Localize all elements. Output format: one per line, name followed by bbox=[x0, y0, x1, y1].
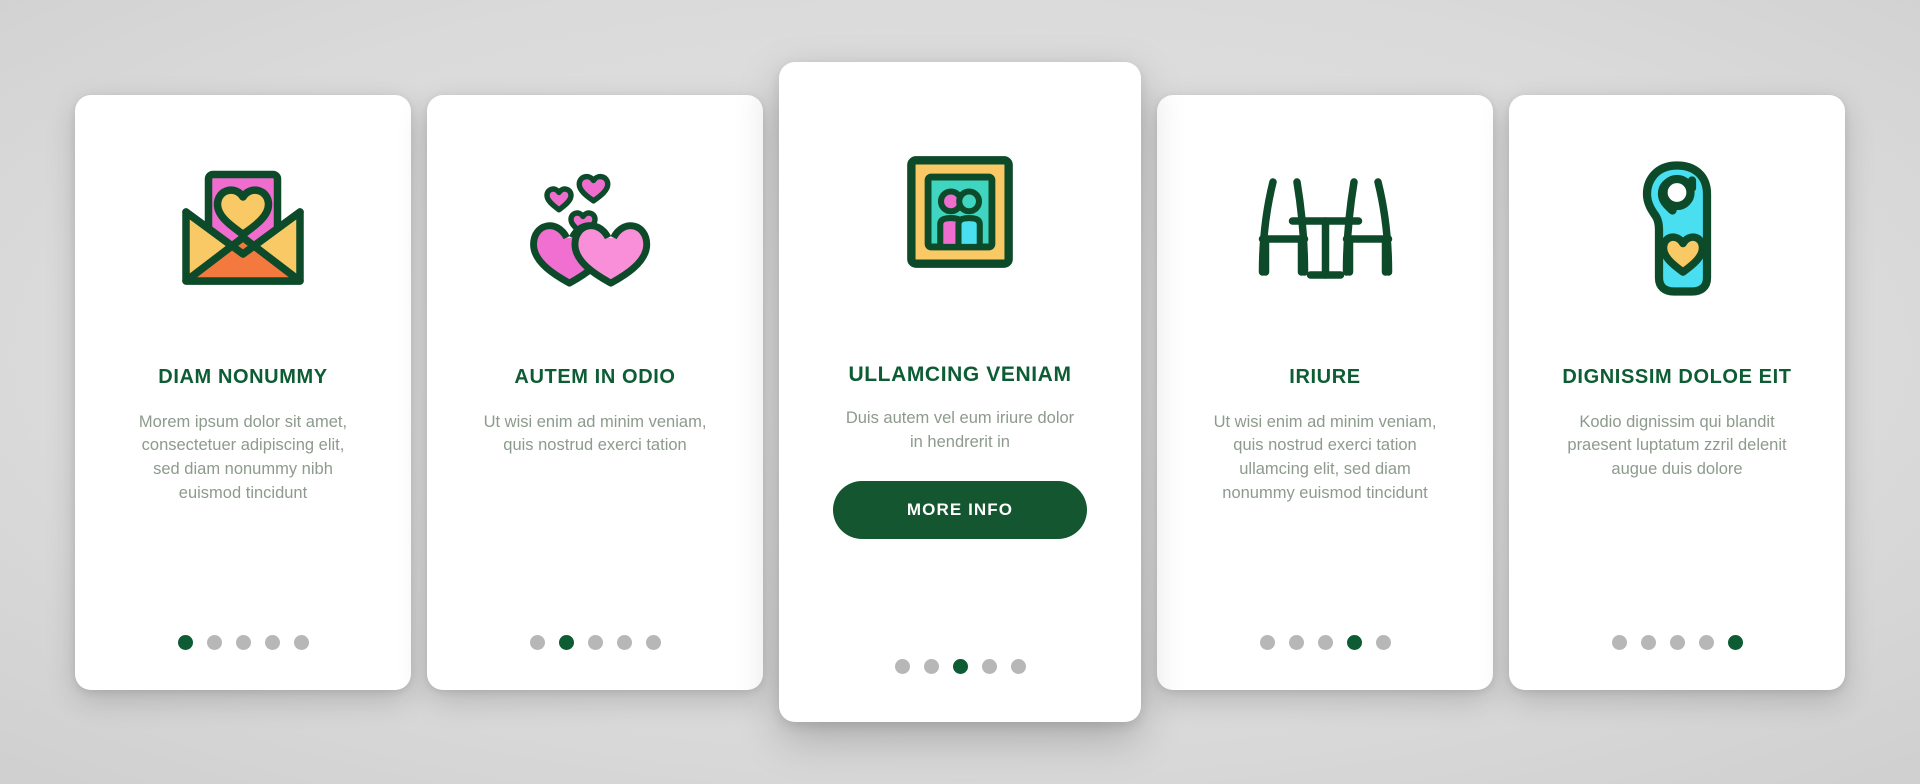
door-hanger-heart-icon bbox=[1602, 155, 1752, 305]
pagination-dot[interactable] bbox=[1669, 634, 1685, 650]
pagination-dot[interactable] bbox=[529, 634, 545, 650]
pagination-dot[interactable] bbox=[206, 634, 222, 650]
onboarding-card-2[interactable]: AUTEM IN ODIO Ut wisi enim ad minim veni… bbox=[427, 94, 763, 690]
pagination-dot[interactable] bbox=[558, 634, 574, 650]
pagination-dot[interactable] bbox=[1640, 634, 1656, 650]
pagination-dots[interactable] bbox=[75, 634, 411, 650]
card-title: AUTEM IN ODIO bbox=[514, 365, 676, 388]
table-chairs-icon bbox=[1243, 155, 1408, 305]
pagination-dot[interactable] bbox=[264, 634, 280, 650]
pagination-dot[interactable] bbox=[1375, 634, 1391, 650]
onboarding-card-4[interactable]: IRIURE Ut wisi enim ad minim veniam, qui… bbox=[1157, 94, 1493, 690]
card-body-text: Ut wisi enim ad minim veniam, quis nostr… bbox=[1213, 412, 1437, 503]
pagination-dot[interactable] bbox=[293, 634, 309, 650]
pagination-dot[interactable] bbox=[645, 634, 661, 650]
pagination-dot[interactable] bbox=[616, 634, 632, 650]
pagination-dot[interactable] bbox=[981, 659, 997, 674]
pagination-dot[interactable] bbox=[177, 634, 193, 650]
card-body-text: Duis autem vel eum iriure dolor in hendr… bbox=[845, 409, 1075, 452]
card-title: DIAM NONUMMY bbox=[158, 365, 328, 388]
pagination-dot[interactable] bbox=[1288, 634, 1304, 650]
pagination-dot[interactable] bbox=[923, 659, 939, 674]
icon-area bbox=[1157, 95, 1493, 365]
more-info-button[interactable]: MORE INFO bbox=[833, 481, 1087, 540]
icon-area bbox=[75, 95, 411, 365]
pagination-dot[interactable] bbox=[1698, 634, 1714, 650]
pagination-dot[interactable] bbox=[952, 659, 968, 674]
card-title: ULLAMCING VENIAM bbox=[848, 363, 1072, 386]
card-body-text: Kodio dignissim qui blandit praesent lup… bbox=[1567, 412, 1787, 479]
pagination-dots[interactable] bbox=[427, 634, 763, 650]
pagination-dots[interactable] bbox=[1157, 634, 1493, 650]
pagination-dot[interactable] bbox=[235, 634, 251, 650]
pagination-dot[interactable] bbox=[587, 634, 603, 650]
two-hearts-icon bbox=[520, 155, 670, 305]
pagination-dots[interactable] bbox=[1509, 634, 1845, 650]
onboarding-card-3[interactable]: ULLAMCING VENIAM Duis autem vel eum iriu… bbox=[779, 62, 1141, 722]
card-title: IRIURE bbox=[1289, 365, 1361, 388]
icon-area bbox=[779, 62, 1141, 362]
icon-area bbox=[427, 95, 763, 365]
card-body-text: Ut wisi enim ad minim veniam, quis nostr… bbox=[483, 412, 707, 455]
card-body-text: Morem ipsum dolor sit amet, consectetuer… bbox=[138, 412, 348, 503]
onboarding-card-5[interactable]: DIGNISSIM DOLOE EIT Kodio dignissim qui … bbox=[1509, 94, 1845, 690]
pagination-dot[interactable] bbox=[1727, 634, 1743, 650]
pagination-dot[interactable] bbox=[1611, 634, 1627, 650]
pagination-dot[interactable] bbox=[1259, 634, 1275, 650]
pagination-dots[interactable] bbox=[779, 659, 1141, 674]
pagination-dot[interactable] bbox=[1317, 634, 1333, 650]
couple-photo-frame-icon bbox=[884, 136, 1036, 288]
envelope-heart-icon bbox=[168, 155, 318, 305]
onboarding-card-1[interactable]: DIAM NONUMMY Morem ipsum dolor sit amet,… bbox=[75, 94, 411, 690]
onboarding-carousel: DIAM NONUMMY Morem ipsum dolor sit amet,… bbox=[0, 0, 1920, 784]
pagination-dot[interactable] bbox=[1010, 659, 1026, 674]
card-title: DIGNISSIM DOLOE EIT bbox=[1562, 365, 1792, 388]
pagination-dot[interactable] bbox=[1346, 634, 1362, 650]
icon-area bbox=[1509, 95, 1845, 365]
pagination-dot[interactable] bbox=[894, 659, 910, 674]
